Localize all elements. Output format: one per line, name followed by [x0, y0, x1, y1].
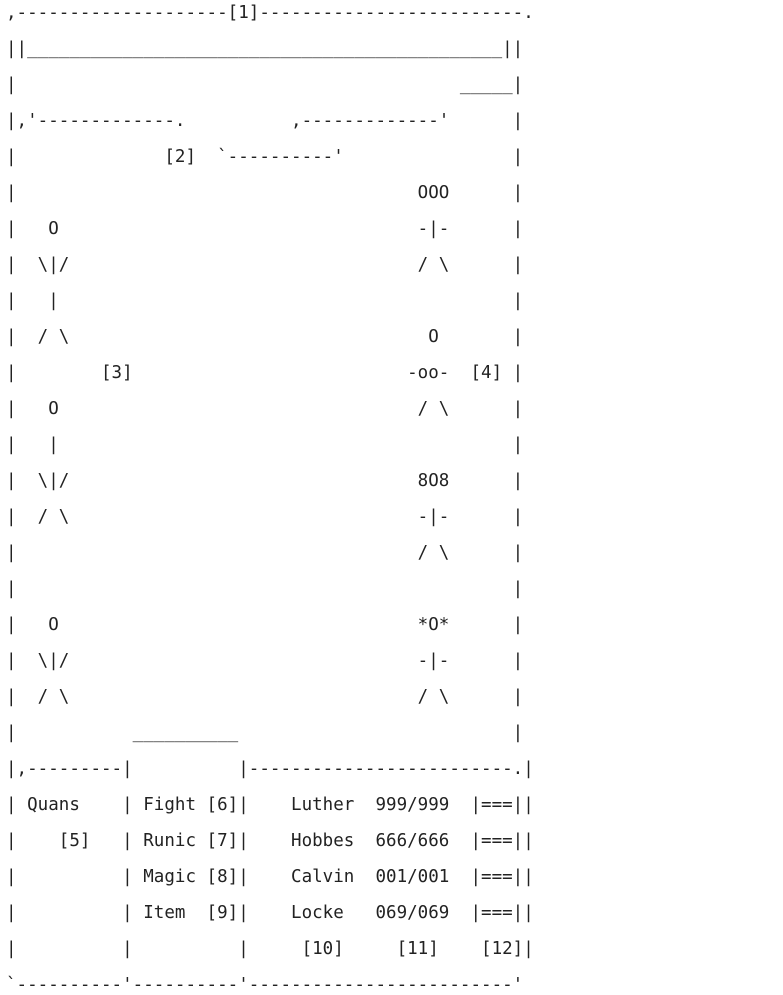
battlefield-row: | OOO |	[6, 183, 524, 203]
battlefield-labels-3-4: | [3] -oo- [4] |	[6, 363, 524, 383]
battlefield-row: | / \ -|- |	[6, 507, 524, 527]
battlefield-top-edge: |,'-------------. ,-------------' |	[6, 111, 524, 131]
menu-panel-top-border: |,---------| |-------------------------.…	[6, 759, 534, 779]
battlefield-row: | | |	[6, 435, 524, 455]
menu-row-magic-calvin[interactable]: | | Magic [8]| Calvin 001/001 |===||	[6, 868, 534, 887]
message-bar: ||______________________________________…	[6, 39, 524, 59]
battlefield-row: | / \ |	[6, 543, 524, 563]
battlefield-row: | O *O* |	[6, 615, 524, 635]
battlefield-row: | | |	[6, 291, 524, 311]
battlefield-label-2: | [2] `----------' |	[6, 147, 524, 167]
frame-bottom-border: `----------'----------'-----------------…	[6, 975, 524, 995]
frame-top-border-label-1: ,--------------------[1]----------------…	[6, 3, 534, 23]
ascii-battle-screen: ,--------------------[1]----------------…	[0, 0, 783, 993]
battlefield-row: | \|/ -|- |	[6, 651, 524, 671]
menu-labels-10-11-12: | | | [10] [11] [12]|	[6, 939, 534, 959]
menu-tab-top: | __________ |	[6, 723, 524, 743]
frame-line: | _____|	[6, 75, 524, 95]
battlefield-row: | \|/ 8O8 |	[6, 471, 524, 491]
battlefield-row: | / \ / \ |	[6, 687, 524, 707]
battlefield-row: | / \ O |	[6, 327, 524, 347]
battlefield-row: | O / \ |	[6, 399, 524, 419]
menu-row-runic-hobbes[interactable]: | [5] | Runic [7]| Hobbes 666/666 |===||	[6, 832, 534, 851]
battlefield-row: | O -|- |	[6, 219, 524, 239]
battlefield-row: | \|/ / \ |	[6, 255, 524, 275]
menu-row-fight-luther[interactable]: | Quans | Fight [6]| Luther 999/999 |===…	[6, 796, 534, 815]
menu-row-item-locke[interactable]: | | Item [9]| Locke 069/069 |===||	[6, 904, 534, 923]
battlefield-row: | |	[6, 579, 524, 599]
